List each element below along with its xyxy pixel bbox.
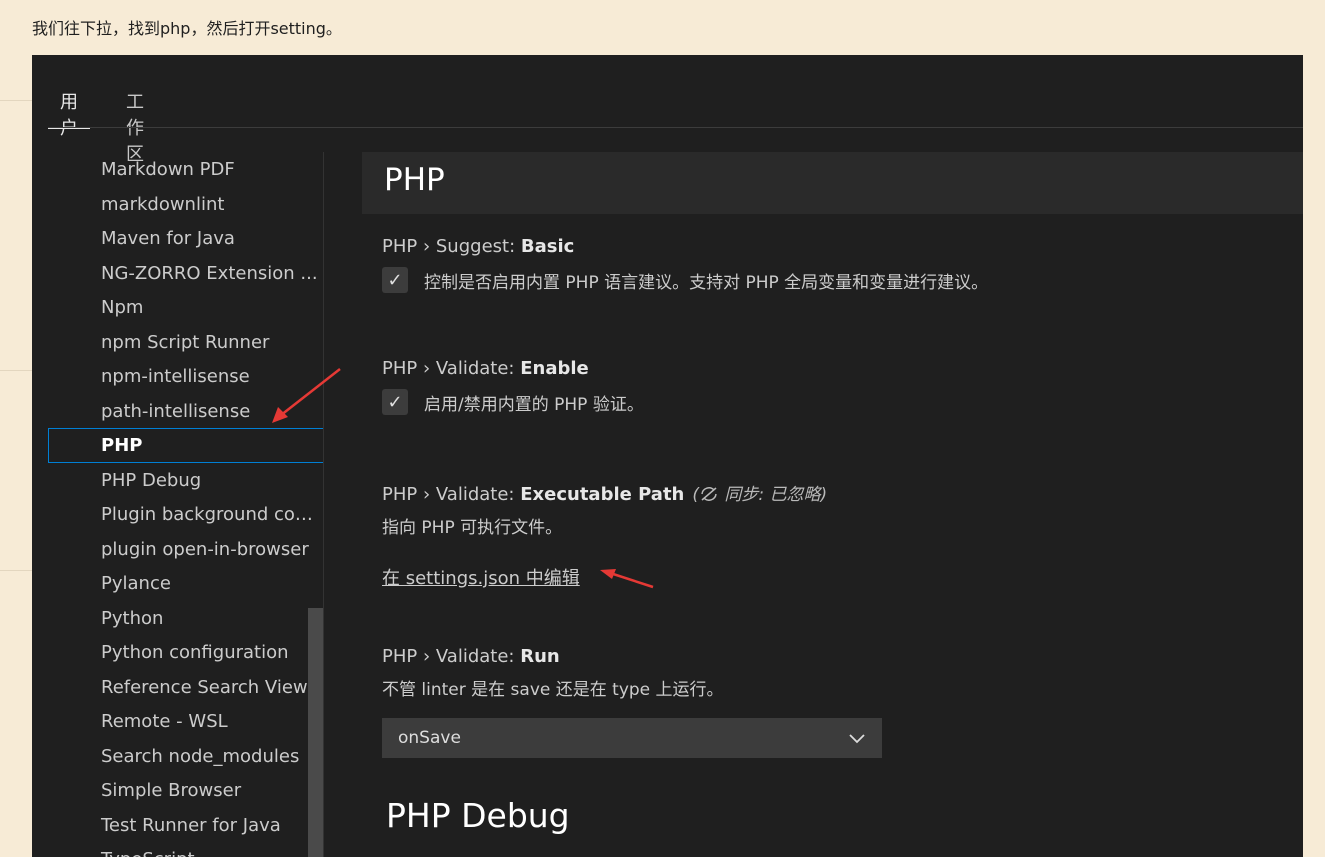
suggest-basic-checkbox[interactable]: ✓	[382, 267, 408, 293]
setting-name: Enable	[520, 358, 589, 379]
setting-title: PHP › Suggest: Basic	[382, 236, 988, 257]
toc-item[interactable]: plugin open-in-browser	[48, 532, 324, 567]
sync-ignored-icon	[701, 487, 717, 501]
sync-note: 同步: 已忽略)	[724, 485, 828, 505]
tab-workspace[interactable]: 工作区	[114, 90, 156, 165]
toc-item[interactable]: PHP Debug	[48, 463, 324, 498]
checkbox-row: ✓ 控制是否启用内置 PHP 语言建议。支持对 PHP 全局变量和变量进行建议。	[382, 267, 988, 293]
toc-item[interactable]: Search node_modules	[48, 739, 324, 774]
page-rule	[0, 100, 32, 101]
toc-item[interactable]: Python	[48, 601, 324, 636]
setting-description: 启用/禁用内置的 PHP 验证。	[424, 394, 644, 415]
setting-validate-run: PHP › Validate: Run 不管 linter 是在 save 还是…	[382, 646, 882, 758]
validate-run-select[interactable]: onSave	[382, 718, 882, 758]
check-icon: ✓	[387, 391, 403, 413]
toc-item[interactable]: Plugin background conf...	[48, 497, 324, 532]
toc-item[interactable]: Maven for Java	[48, 221, 324, 256]
setting-name: Run	[520, 646, 560, 667]
setting-validate-enable: PHP › Validate: Enable ✓ 启用/禁用内置的 PHP 验证…	[382, 358, 644, 415]
toc-item[interactable]: Python configuration	[48, 635, 324, 670]
section-title: PHP	[384, 162, 445, 198]
tabs-divider	[48, 127, 1303, 128]
toc-divider	[323, 152, 324, 857]
setting-prefix: PHP › Validate:	[382, 358, 521, 379]
page-rule	[0, 570, 32, 571]
checkbox-row: ✓ 启用/禁用内置的 PHP 验证。	[382, 389, 644, 415]
toc-item[interactable]: Remote - WSL	[48, 704, 324, 739]
setting-title: PHP › Validate: Executable Path ( 同步: 已忽略…	[382, 480, 827, 505]
setting-prefix: PHP › Validate:	[382, 646, 521, 667]
sync-status: ( 同步: 已忽略)	[692, 485, 828, 505]
setting-name: Basic	[520, 236, 575, 257]
validate-enable-checkbox[interactable]: ✓	[382, 389, 408, 415]
setting-suggest-basic: PHP › Suggest: Basic ✓ 控制是否启用内置 PHP 语言建议…	[382, 236, 988, 293]
select-value: onSave	[398, 728, 461, 748]
setting-description: 不管 linter 是在 save 还是在 type 上运行。	[382, 680, 724, 700]
toc-item[interactable]: PHP	[48, 428, 324, 463]
section-header: PHP	[362, 152, 1303, 214]
toc-item[interactable]: Pylance	[48, 566, 324, 601]
annotation-arrow-icon	[272, 368, 341, 423]
setting-name: Executable Path	[520, 484, 685, 505]
setting-description: 指向 PHP 可执行文件。	[382, 518, 563, 538]
setting-prefix: PHP › Suggest:	[382, 236, 521, 257]
setting-description: 控制是否启用内置 PHP 语言建议。支持对 PHP 全局变量和变量进行建议。	[424, 272, 989, 293]
toc-item[interactable]: TypeScript	[48, 842, 324, 857]
toc-item[interactable]: Reference Search View	[48, 670, 324, 705]
chevron-down-icon	[849, 734, 865, 744]
toc-item[interactable]: Simple Browser	[48, 773, 324, 808]
settings-content: PHP PHP › Suggest: Basic ✓ 控制是否启用内置 PHP …	[362, 152, 1303, 857]
setting-prefix: PHP › Validate:	[382, 484, 521, 505]
setting-title: PHP › Validate: Run	[382, 646, 882, 667]
page-rule	[0, 370, 32, 371]
toc-item[interactable]: Npm	[48, 290, 324, 325]
toc-item[interactable]: Test Runner for Java	[48, 808, 324, 843]
intro-text: 我们往下拉，找到php，然后打开setting。	[32, 19, 342, 38]
toc-item[interactable]: Markdown PDF	[48, 152, 324, 187]
next-section-title: PHP Debug	[386, 796, 570, 835]
toc-item[interactable]: NG-ZORRO Extension ...	[48, 256, 324, 291]
setting-title: PHP › Validate: Enable	[382, 358, 644, 379]
toc-item[interactable]: npm Script Runner	[48, 325, 324, 360]
check-icon: ✓	[387, 269, 403, 291]
tab-user[interactable]: 用户	[48, 90, 90, 139]
toc-item[interactable]: markdownlint	[48, 187, 324, 222]
toc-scrollbar[interactable]	[308, 608, 323, 857]
settings-toc: Markdown PDF markdownlint Maven for Java NG…	[48, 152, 324, 857]
settings-screenshot: 用户 工作区 Markdown PDF markdownlint Maven for…	[32, 55, 1303, 857]
annotation-arrow-icon	[600, 569, 654, 589]
